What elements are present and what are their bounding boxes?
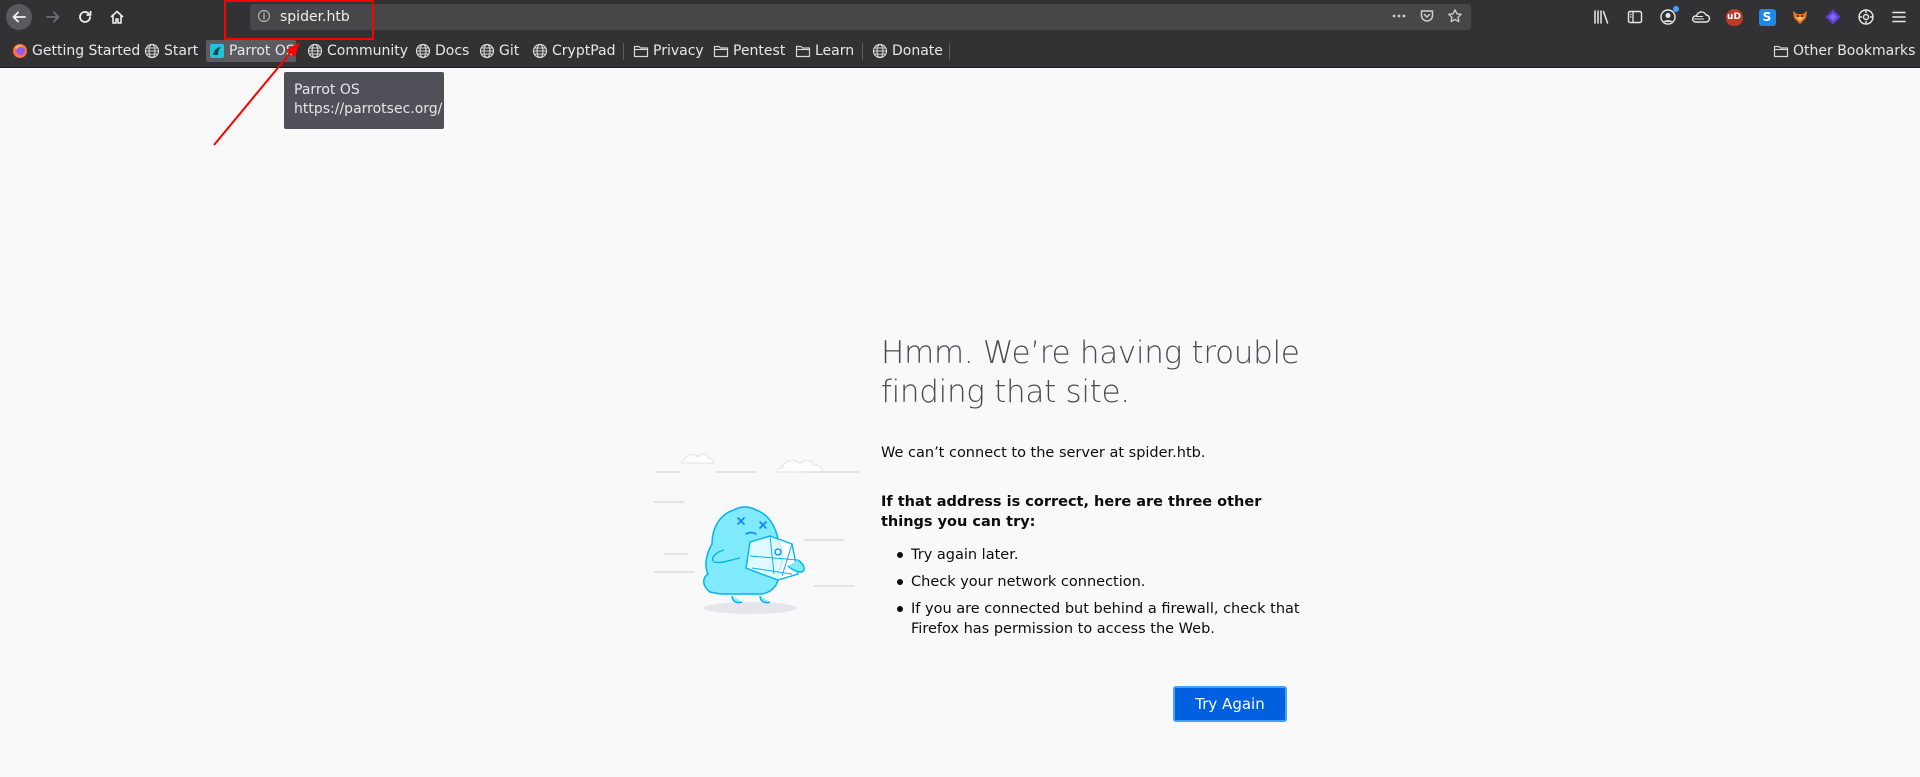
- back-button[interactable]: [6, 4, 32, 30]
- star-icon[interactable]: [1447, 8, 1463, 24]
- bookmark-separator: [623, 43, 624, 60]
- globe-icon: [872, 43, 888, 59]
- bookmark-git[interactable]: Git: [476, 40, 522, 62]
- error-short-description: We can’t connect to the server at spider…: [881, 445, 1206, 461]
- error-title: Hmm. We’re having trouble finding that s…: [881, 335, 1300, 410]
- menu-icon[interactable]: [1887, 5, 1911, 29]
- bookmark-docs[interactable]: Docs: [412, 40, 472, 62]
- forward-button[interactable]: [40, 4, 66, 30]
- sidebar-icon[interactable]: [1623, 5, 1647, 29]
- bookmark-folder-pentest[interactable]: Pentest: [710, 40, 788, 62]
- forward-arrow-icon: [46, 11, 60, 23]
- purple-extension-icon[interactable]: [1821, 5, 1845, 29]
- globe-icon: [415, 43, 431, 59]
- settings-icon[interactable]: [1854, 5, 1878, 29]
- s-extension-icon[interactable]: S: [1755, 5, 1779, 29]
- folder-icon: [713, 45, 729, 58]
- list-item: Try again later.: [881, 545, 1301, 565]
- bookmark-community[interactable]: Community: [304, 40, 411, 62]
- home-icon: [110, 10, 124, 24]
- account-icon[interactable]: [1656, 5, 1680, 29]
- try-again-button[interactable]: Try Again: [1173, 686, 1287, 722]
- folder-icon: [795, 45, 811, 58]
- pocket-icon[interactable]: [1419, 8, 1435, 24]
- folder-icon: [633, 45, 649, 58]
- bookmark-separator: [862, 43, 863, 60]
- firefox-icon: [13, 44, 27, 58]
- fox-extension-icon[interactable]: [1788, 5, 1812, 29]
- reload-icon: [79, 11, 92, 23]
- bookmark-getting-started[interactable]: Getting Started: [9, 40, 143, 62]
- back-arrow-icon: [12, 11, 26, 23]
- bookmark-start[interactable]: Start: [141, 40, 201, 62]
- globe-icon: [144, 43, 160, 59]
- folder-icon: [1773, 45, 1789, 58]
- list-item: Check your network connection.: [881, 572, 1301, 592]
- address-bar[interactable]: spider.htb: [250, 4, 1471, 30]
- more-dots-icon[interactable]: [1391, 8, 1407, 24]
- error-illustration: [654, 453, 859, 614]
- library-icon[interactable]: [1590, 5, 1614, 29]
- home-button[interactable]: [104, 4, 130, 30]
- cloud-icon[interactable]: [1689, 5, 1713, 29]
- annotation-highlight-box: [224, 0, 374, 40]
- globe-icon: [479, 43, 495, 59]
- bookmark-folder-privacy[interactable]: Privacy: [630, 40, 707, 62]
- bookmark-cryptpad[interactable]: CryptPad: [529, 40, 618, 62]
- ublock-icon[interactable]: uD: [1722, 5, 1746, 29]
- bookmark-donate[interactable]: Donate: [869, 40, 946, 62]
- reload-button[interactable]: [72, 4, 98, 30]
- annotation-arrow: [213, 42, 300, 146]
- error-suggestions-list: Try again later. Check your network conn…: [881, 545, 1301, 646]
- bookmark-separator: [949, 43, 950, 60]
- list-item: If you are connected but behind a firewa…: [881, 599, 1301, 639]
- bookmark-folder-learn[interactable]: Learn: [792, 40, 857, 62]
- globe-icon: [532, 43, 548, 59]
- error-suggestion-heading: If that address is correct, here are thr…: [881, 494, 1262, 530]
- bookmark-other-bookmarks[interactable]: Other Bookmarks: [1770, 40, 1918, 62]
